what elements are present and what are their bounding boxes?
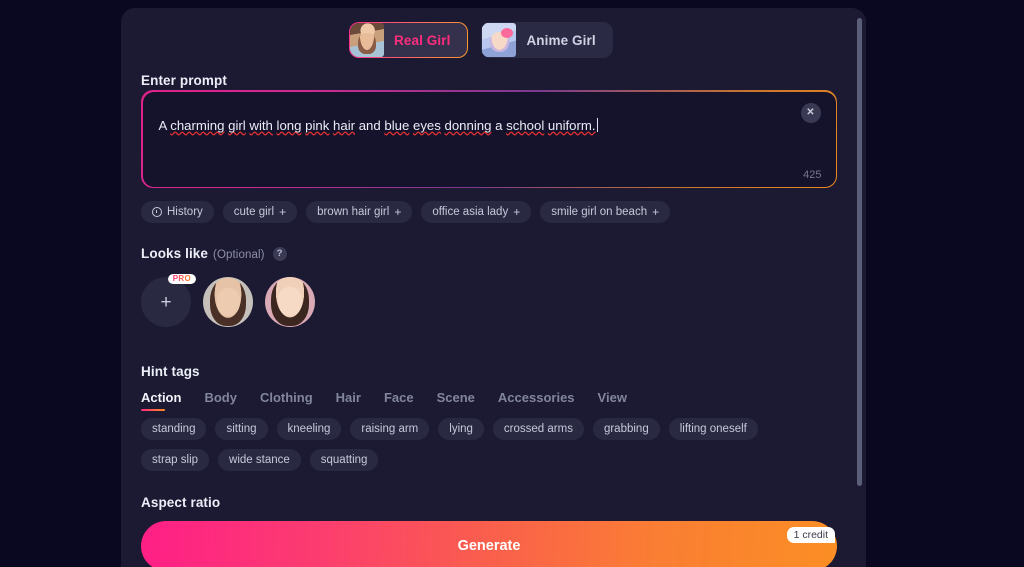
plus-icon: +	[160, 291, 172, 313]
prompt-word: a	[491, 117, 507, 133]
hint-tag-chip[interactable]: strap slip	[141, 449, 210, 471]
tab-face[interactable]: Face	[384, 390, 414, 411]
history-chip[interactable]: History	[141, 201, 214, 223]
hint-tag-chip-label: lifting oneself	[679, 423, 747, 435]
generate-area: 1 credit Generate	[141, 521, 837, 567]
suggestion-chip-label: cute girl	[233, 206, 275, 218]
mode-tab-group: Real Girl Anime Girl	[349, 22, 613, 58]
pro-badge-label: PRO	[172, 274, 191, 283]
prompt-word: A	[158, 117, 171, 133]
hint-tag-chip-label: squatting	[320, 454, 368, 466]
hint-tag-chip-label: kneeling	[287, 423, 331, 435]
generator-panel: Real Girl Anime Girl Enter prompt A char…	[121, 8, 866, 567]
tab-scene[interactable]: Scene	[437, 390, 475, 411]
prompt-word: blue	[384, 117, 410, 133]
hint-tag-chip-label: lying	[449, 423, 473, 435]
prompt-word: with	[249, 117, 273, 133]
mode-tab-label: Anime Girl	[526, 32, 596, 48]
looks-like-avatar-row: + PRO	[141, 274, 315, 327]
prompt-textarea[interactable]: A charming girl with long pink hair and …	[142, 91, 836, 187]
tab-body[interactable]: Body	[204, 390, 237, 411]
prompt-textarea-wrapper[interactable]: A charming girl with long pink hair and …	[141, 90, 837, 188]
plus-icon: +	[394, 205, 402, 219]
hint-tag-chip-label: raising arm	[361, 423, 419, 435]
looks-like-title: Looks like	[141, 246, 209, 261]
hint-tags-label: Hint tags	[141, 364, 200, 379]
credit-badge: 1 credit	[786, 527, 835, 543]
suggestion-chip-label: brown hair girl	[317, 206, 390, 218]
tab-action[interactable]: Action	[141, 390, 181, 411]
mode-tab-label: Real Girl	[394, 32, 451, 48]
plus-icon: +	[652, 205, 660, 219]
hint-tag-chip-row: standing sitting kneeling raising arm lying c…	[141, 418, 801, 471]
hint-tag-chip-label: standing	[152, 423, 196, 435]
prompt-word: charming	[170, 117, 225, 133]
panel-scrollbar-track[interactable]	[857, 18, 862, 488]
prompt-word: and	[355, 117, 385, 133]
prompt-word: school	[506, 117, 545, 133]
tab-accessories[interactable]: Accessories	[498, 390, 575, 411]
mode-tab-real-girl[interactable]: Real Girl	[349, 22, 468, 58]
clear-prompt-icon[interactable]: ✕	[800, 102, 821, 123]
reference-face-1[interactable]	[203, 277, 253, 327]
prompt-word: donning	[444, 117, 492, 133]
tab-view[interactable]: View	[598, 390, 627, 411]
prompt-word: girl	[228, 117, 246, 133]
plus-icon: +	[513, 205, 521, 219]
generate-button[interactable]: Generate	[141, 521, 837, 567]
anime-girl-thumb-icon	[482, 23, 517, 57]
prompt-word: hair	[333, 117, 356, 133]
tab-clothing[interactable]: Clothing	[260, 390, 313, 411]
hint-tag-chip[interactable]: crossed arms	[492, 418, 584, 440]
text-caret	[596, 117, 598, 132]
mode-tab-anime-girl[interactable]: Anime Girl	[481, 22, 613, 58]
hint-tag-tabs: Action Body Clothing Hair Face Scene Acc…	[141, 390, 627, 411]
hint-tag-chip-label: grabbing	[603, 423, 649, 435]
history-chip-label: History	[167, 206, 203, 218]
suggestion-chip[interactable]: brown hair girl +	[306, 201, 413, 223]
suggestion-chip[interactable]: office asia lady +	[421, 201, 532, 223]
panel-scrollbar-thumb[interactable]	[857, 18, 862, 486]
hint-tag-chip[interactable]: kneeling	[276, 418, 342, 440]
prompt-word: long	[276, 117, 302, 133]
hint-tag-chip[interactable]: grabbing	[592, 418, 660, 440]
aspect-ratio-label: Aspect ratio	[141, 495, 221, 510]
app-root: Real Girl Anime Girl Enter prompt A char…	[0, 0, 1024, 567]
hint-tag-chip-label: wide stance	[229, 454, 290, 466]
help-icon[interactable]: ?	[272, 246, 287, 261]
hint-tag-chip[interactable]: squatting	[309, 449, 379, 471]
hint-tag-chip[interactable]: standing	[141, 418, 207, 440]
add-reference-photo-button[interactable]: + PRO	[141, 274, 196, 327]
char-count: 425	[803, 168, 822, 181]
hint-tag-chip-label: strap slip	[152, 454, 199, 466]
clock-icon	[152, 207, 162, 217]
hint-tag-chip[interactable]: lifting oneself	[668, 418, 758, 440]
suggestion-chip[interactable]: cute girl +	[222, 201, 298, 223]
reference-face-2[interactable]	[265, 277, 315, 327]
suggestion-chip-label: office asia lady	[432, 206, 509, 218]
enter-prompt-label: Enter prompt	[141, 73, 227, 88]
prompt-suggestion-row: History cute girl + brown hair girl + of…	[141, 201, 841, 223]
hint-tag-chip[interactable]: raising arm	[350, 418, 430, 440]
plus-icon: +	[279, 205, 287, 219]
suggestion-chip-label: smile girl on beach	[551, 206, 648, 218]
looks-like-optional: (Optional)	[213, 249, 265, 261]
hint-tag-chip[interactable]: lying	[438, 418, 484, 440]
looks-like-label: Looks like (Optional)?	[141, 246, 287, 261]
prompt-text-value: A charming girl with long pink hair and …	[159, 117, 769, 135]
prompt-word: eyes	[412, 117, 441, 133]
real-girl-thumb-icon	[350, 23, 384, 57]
hint-tag-chip-label: sitting	[226, 423, 257, 435]
hint-tag-chip-label: crossed arms	[503, 423, 573, 435]
prompt-word: pink	[305, 117, 330, 133]
pro-badge: PRO	[167, 274, 196, 284]
prompt-word: uniform.	[547, 117, 596, 133]
suggestion-chip[interactable]: smile girl on beach +	[540, 201, 671, 223]
hint-tag-chip[interactable]: wide stance	[218, 449, 301, 471]
tab-hair[interactable]: Hair	[336, 390, 361, 411]
hint-tag-chip[interactable]: sitting	[215, 418, 268, 440]
